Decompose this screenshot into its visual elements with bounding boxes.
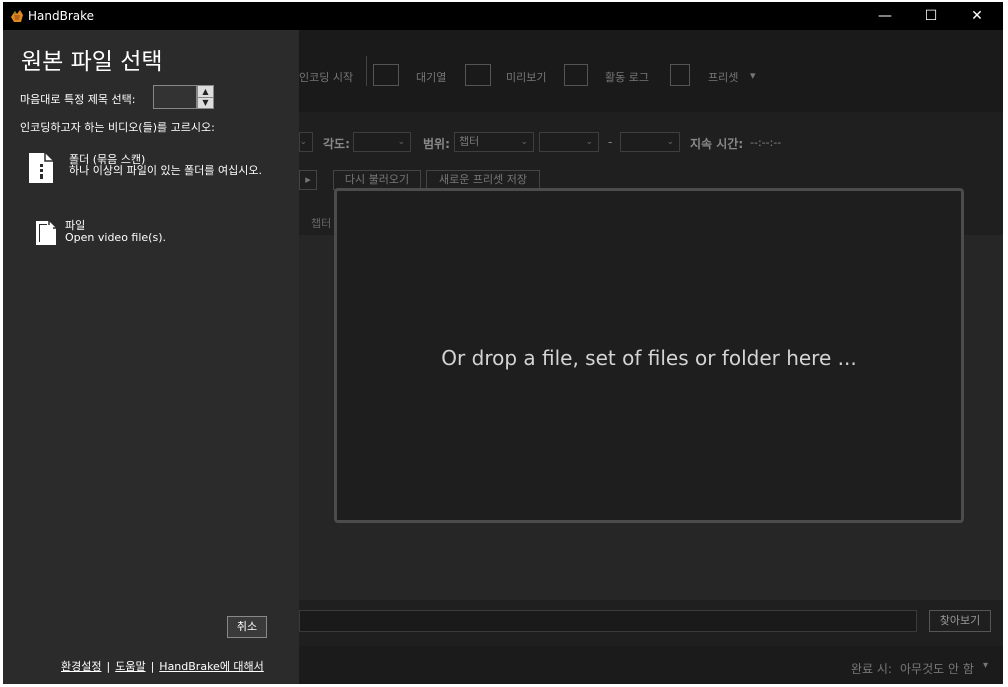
toolbar-separator [366, 56, 367, 86]
source-selection-title: 원본 파일 선택 [21, 49, 163, 75]
status-bar: 완료 시: 아무것도 안 함 ▾ [299, 646, 1003, 684]
handbrake-window: HandBrake — ☐ ✕ 인코딩 시작 대기열 미리보기 활동 로그 프리… [3, 2, 1003, 684]
range-start-select[interactable]: ⌄ [539, 132, 599, 152]
start-encode-button[interactable]: 인코딩 시작 [299, 69, 353, 85]
title-spec-stepper[interactable]: ▲ ▼ [197, 85, 214, 109]
close-button[interactable]: ✕ [954, 2, 1000, 30]
footer-separator: | [106, 660, 111, 673]
preferences-link[interactable]: 환경설정 [61, 660, 101, 673]
when-done-select[interactable]: 아무것도 안 함 [900, 660, 974, 677]
angle-select[interactable]: ⌄ [353, 132, 411, 152]
open-file-option[interactable]: 파일 Open video file(s). [27, 216, 287, 252]
chevron-down-icon: ⌄ [397, 137, 405, 147]
range-type-select[interactable]: 챕터 ⌄ [454, 132, 534, 152]
range-dash: - [608, 135, 613, 149]
spinner-down-icon[interactable]: ▼ [198, 97, 213, 108]
folder-zip-icon [29, 153, 53, 183]
activity-log-icon[interactable] [564, 64, 588, 86]
queue-button[interactable]: 대기열 [416, 69, 446, 85]
file-option-description: Open video file(s). [65, 231, 166, 244]
cancel-button[interactable]: 취소 [227, 616, 267, 638]
range-type-value: 챕터 [459, 135, 480, 148]
about-link[interactable]: HandBrake에 대해서 [159, 660, 264, 673]
drop-zone-text: Or drop a file, set of files or folder h… [441, 346, 857, 370]
preview-button[interactable]: 미리보기 [506, 69, 546, 85]
chevron-down-icon: ⌄ [666, 137, 674, 147]
preset-next-icon[interactable]: ▸ [299, 170, 317, 190]
range-end-select[interactable]: ⌄ [620, 132, 680, 152]
duration-label: 지속 시간: [690, 137, 744, 151]
reload-preset-button[interactable]: 다시 불러오기 [333, 170, 421, 190]
when-done-label: 완료 시: [851, 662, 892, 676]
chevron-down-icon[interactable]: ▾ [983, 660, 988, 671]
footer-separator: | [150, 660, 155, 673]
queue-icon[interactable] [373, 64, 399, 86]
window-title: HandBrake [28, 9, 95, 23]
title-select[interactable]: ⌄ [299, 132, 313, 152]
save-new-preset-button[interactable]: 새로운 프리셋 저장 [426, 170, 540, 190]
duration-value: --:--:-- [750, 136, 782, 149]
activity-log-button[interactable]: 활동 로그 [605, 69, 649, 85]
open-folder-option[interactable]: 폴더 (묶음 스캔) 하나 이상의 파일이 있는 폴더를 여십시오. [27, 148, 287, 188]
chevron-down-icon: ⌄ [299, 137, 307, 147]
title-bar: HandBrake — ☐ ✕ [3, 2, 1003, 30]
handbrake-app-icon [11, 10, 23, 22]
browse-button[interactable]: 찾아보기 [929, 610, 991, 632]
source-selection-panel: 원본 파일 선택 마음대로 특정 제목 선택: ▲ ▼ 인코딩하고자 하는 비디… [3, 30, 299, 684]
chevron-down-icon: ⌄ [520, 137, 528, 147]
minimize-button[interactable]: — [862, 2, 908, 30]
range-label: 범위: [423, 137, 450, 151]
file-icon [36, 221, 56, 245]
choose-video-label: 인코딩하고자 하는 비디오(들)를 고르시오: [20, 121, 215, 134]
footer-links: 환경설정 | 도움말 | HandBrake에 대해서 [61, 658, 264, 674]
title-spec-label: 마음대로 특정 제목 선택: [20, 93, 136, 106]
presets-button[interactable]: 프리셋 [708, 69, 738, 85]
title-spec-input[interactable] [153, 85, 197, 109]
help-link[interactable]: 도움말 [115, 660, 145, 673]
presets-icon[interactable] [670, 64, 690, 86]
preview-icon[interactable] [465, 64, 491, 86]
chevron-down-icon: ⌄ [585, 137, 593, 147]
maximize-button[interactable]: ☐ [908, 2, 954, 30]
angle-label: 각도: [323, 137, 350, 151]
destination-input[interactable] [299, 610, 917, 632]
folder-option-description: 하나 이상의 파일이 있는 폴더를 여십시오. [69, 164, 263, 177]
presets-chevron-icon[interactable]: ▾ [750, 69, 756, 82]
tab-chapters[interactable]: 챕터 [311, 215, 331, 231]
drop-zone[interactable]: Or drop a file, set of files or folder h… [334, 188, 964, 523]
destination-row: 찾아보기 [299, 600, 1003, 646]
